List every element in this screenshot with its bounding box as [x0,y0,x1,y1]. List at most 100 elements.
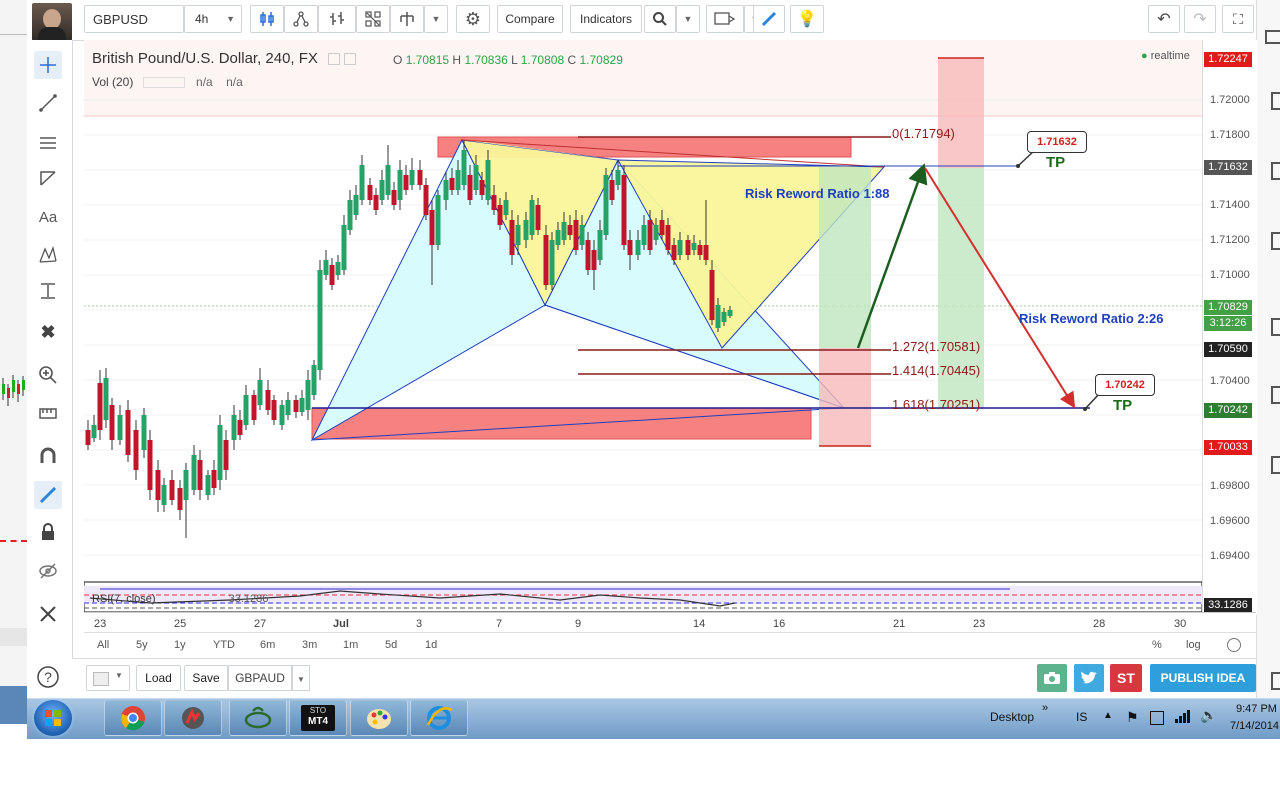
zoom-tool[interactable] [34,361,62,389]
snapshot-button[interactable] [706,5,744,33]
start-button[interactable] [34,700,72,736]
panel-icon[interactable] [1271,92,1280,110]
panel-icon[interactable] [1271,672,1280,690]
redo-button[interactable]: ↷ [1184,5,1216,33]
taskbar-app-fxpro[interactable] [164,700,222,736]
range-all-button[interactable]: All [97,639,109,651]
camera-button[interactable] [1037,664,1067,692]
candle-body [627,240,633,255]
avatar[interactable] [32,3,72,41]
publish-idea-button[interactable]: PUBLISH IDEA [1150,664,1256,692]
ruler-tool[interactable] [34,397,62,425]
taskbar-app-chrome[interactable] [104,700,162,736]
stay-in-drawing-tool[interactable] [34,481,62,509]
tray-app-icon[interactable] [1150,711,1164,725]
panel-icon[interactable] [1271,318,1280,336]
taskbar-app-ie[interactable] [410,700,468,736]
candle-body [515,225,521,245]
settings-mini-icon[interactable] [344,53,357,66]
chart-canvas[interactable] [84,40,1256,630]
layout-name[interactable]: GBPAUD [228,665,292,691]
clock-time[interactable]: 9:47 PM [1236,703,1277,715]
loss-zone [938,58,984,168]
magnet-tool[interactable] [34,442,62,470]
range-3m-button[interactable]: 3m [302,639,317,651]
properties-tool[interactable] [34,600,62,628]
pitchfork-tool[interactable] [34,164,62,192]
interval-select[interactable]: 4h ▼ [184,5,242,33]
candle-body [373,195,379,210]
pattern-button[interactable] [356,5,390,33]
range-5d-button[interactable]: 5d [385,639,397,651]
crosshair-tool[interactable] [34,51,62,79]
candle-body [305,380,311,410]
chart-pane[interactable] [84,40,1256,630]
log-scale-button[interactable]: log [1186,639,1201,651]
range-1y-button[interactable]: 1y [174,639,186,651]
fib-tool[interactable] [34,128,62,156]
save-button[interactable]: Save [184,665,228,691]
chart-legend: British Pound/U.S. Dollar, 240, FX [92,50,357,67]
twitter-button[interactable] [1074,664,1104,692]
taskbar-app-mt4[interactable]: STO MT4 [289,700,347,736]
panel-icon[interactable] [1271,162,1280,180]
more-dropdown[interactable]: ▼ [424,5,448,33]
language-indicator[interactable]: IS [1076,710,1087,724]
clock-date[interactable]: 7/14/2014 [1230,720,1279,732]
candle-body [603,175,609,235]
layout-dropdown[interactable]: ▼ [292,665,310,691]
percent-scale-button[interactable]: % [1152,639,1162,651]
taskbar-chevron-icon[interactable]: » [1042,702,1048,714]
drawing-mode-button[interactable] [753,5,785,33]
measure-tool[interactable] [34,277,62,305]
search-button[interactable] [644,5,676,33]
settings-mini-icon[interactable] [142,77,185,89]
panel-icon[interactable] [1265,30,1280,44]
alert-button[interactable] [390,5,424,33]
taskbar-desktop-label[interactable]: Desktop [990,710,1034,724]
range-1m-button[interactable]: 1m [343,639,358,651]
volume-icon[interactable]: 🔈 [1200,707,1217,724]
range-ytd-button[interactable]: YTD [213,639,235,651]
lock-tool[interactable] [34,518,62,546]
trendline-tool[interactable] [34,89,62,117]
compare-button[interactable]: Compare [497,5,563,33]
range-1d-button[interactable]: 1d [425,639,437,651]
candle-body [697,245,703,255]
panel-icon[interactable] [1271,456,1280,474]
text-icon: Aa [38,208,58,226]
flag-icon[interactable]: ⚑ [1126,709,1139,726]
remove-drawings-tool[interactable]: ✖ [34,318,62,346]
bar-style-button[interactable] [318,5,356,33]
indicators-button[interactable]: Indicators [570,5,642,33]
range-5y-button[interactable]: 5y [136,639,148,651]
layout-color-select[interactable]: ▼ [86,665,130,691]
stocktwits-button[interactable]: ST [1110,664,1142,692]
undo-button[interactable]: ↶ [1148,5,1180,33]
signal-icon[interactable] [1174,708,1190,727]
settings-button[interactable]: ⚙ [456,5,490,33]
load-button[interactable]: Load [136,665,181,691]
candle-body [443,180,449,200]
panel-icon[interactable] [1271,232,1280,250]
indicator-template-button[interactable] [284,5,318,33]
text-tool[interactable]: Aa [34,203,62,231]
idea-button[interactable]: 💡 [790,5,824,33]
help-button[interactable]: ? [34,663,62,691]
search-dropdown[interactable]: ▼ [676,5,700,33]
settings-mini-icon[interactable] [328,53,341,66]
tray-expand-icon[interactable]: ▲ [1103,710,1113,721]
range-6m-button[interactable]: 6m [260,639,275,651]
symbol-input[interactable]: GBPUSD [84,5,184,33]
candles-style-button[interactable] [250,5,284,33]
hide-drawings-tool[interactable] [34,557,62,585]
panel-icon[interactable] [1271,386,1280,404]
pattern-tool[interactable] [34,241,62,269]
fullscreen-button[interactable]: ⛶ [1222,5,1254,33]
chevron-down-icon: ▼ [683,14,693,24]
ruler-icon [39,408,57,419]
taskbar-app-paint[interactable] [350,700,408,736]
taskbar-app-crescent[interactable] [229,700,287,736]
clock-icon[interactable] [1227,638,1241,652]
chrome-icon [121,706,145,731]
